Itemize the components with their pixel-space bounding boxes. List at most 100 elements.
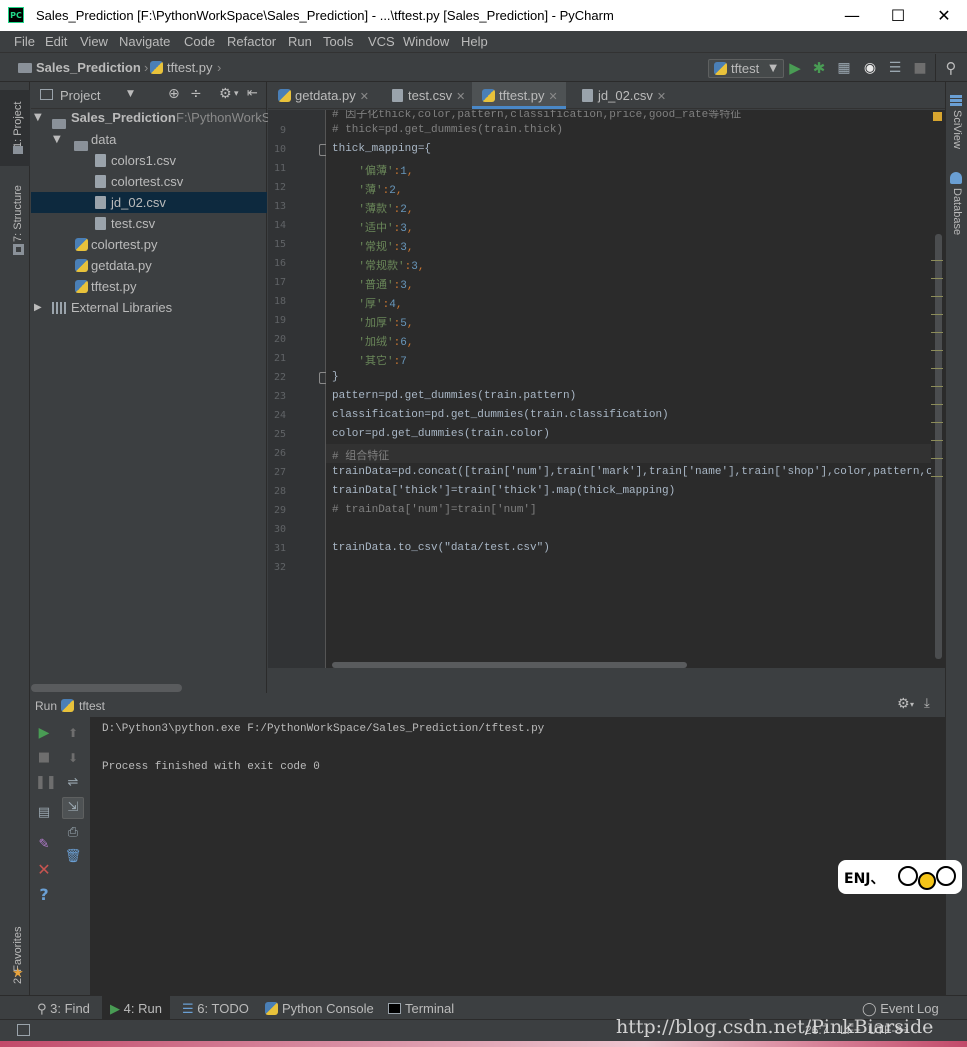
project-view-selector[interactable]: Project (60, 88, 100, 103)
warning-mark[interactable] (931, 476, 943, 477)
warning-mark[interactable] (931, 260, 943, 261)
menu-run[interactable]: Run (288, 34, 312, 49)
tool-tab-terminal[interactable]: Terminal (388, 1001, 454, 1016)
tree-item-jd02-csv[interactable]: jd_02.csv (31, 192, 267, 213)
down-arrow-icon[interactable]: ⬇ (64, 749, 82, 767)
tool-tab-find[interactable]: ⚲ 3: Find (37, 1001, 90, 1017)
menu-file[interactable]: File (14, 34, 35, 49)
gear-icon[interactable]: ⚙ (897, 696, 910, 712)
tree-external-libraries[interactable]: ▶ External Libraries (31, 297, 267, 318)
code-line: # 组合特征 (332, 451, 390, 463)
concurrency-icon[interactable]: ☰ (886, 59, 904, 77)
help-icon[interactable]: ? (35, 886, 53, 904)
close-tab-icon[interactable]: ✕ (456, 90, 465, 103)
warning-indicator-icon[interactable] (933, 112, 942, 121)
tree-item-colortest-csv[interactable]: colortest.csv (31, 171, 267, 192)
tool-tab-project[interactable]: 1: Project (12, 102, 24, 148)
chevron-down-icon[interactable]: ▼ (127, 89, 134, 99)
run-icon[interactable]: ▶ (786, 59, 804, 77)
warning-mark[interactable] (931, 458, 943, 459)
tree-item-test-csv[interactable]: test.csv (31, 213, 267, 234)
menu-view[interactable]: View (80, 34, 108, 49)
warning-mark[interactable] (931, 278, 943, 279)
profile-icon[interactable]: ◉ (861, 59, 879, 77)
pin-icon[interactable]: ✎ (35, 836, 53, 854)
trash-icon[interactable]: 🗑 (64, 848, 82, 866)
vertical-scrollbar[interactable] (935, 234, 942, 659)
tool-tab-event-log[interactable]: ◯ Event Log (862, 1001, 939, 1017)
rerun-icon[interactable]: ▶ (35, 724, 53, 742)
tree-item-label: colortest.py (91, 237, 158, 252)
maximize-button[interactable]: ☐ (875, 0, 921, 31)
warning-mark[interactable] (931, 350, 943, 351)
breadcrumb-file[interactable]: tftest.py (150, 60, 213, 75)
line-number: 31 (273, 543, 286, 554)
chevron-down-icon[interactable]: ▾ (234, 89, 239, 99)
menu-help[interactable]: Help (461, 34, 488, 49)
line-number: 11 (273, 163, 286, 174)
menu-code[interactable]: Code (184, 34, 215, 49)
tab-getdata-py[interactable]: getdata.py ✕ (268, 82, 376, 109)
menu-refactor[interactable]: Refactor (227, 34, 276, 49)
close-window-button[interactable]: ✕ (921, 0, 967, 31)
tree-item-colors1-csv[interactable]: colors1.csv (31, 150, 267, 171)
hide-panel-icon[interactable]: ⇤ (247, 86, 258, 101)
tree-item-colortest-py[interactable]: colortest.py (31, 234, 267, 255)
minimize-button[interactable]: — (829, 0, 875, 31)
tool-tab-python-console[interactable]: Python Console (265, 1001, 374, 1016)
code-editor[interactable]: # 因子化thick,color,pattern,classification,… (326, 110, 931, 668)
run-config-dropdown[interactable]: tftest ▼ (708, 59, 784, 78)
menu-edit[interactable]: Edit (45, 34, 67, 49)
warning-mark[interactable] (931, 440, 943, 441)
warning-mark[interactable] (931, 314, 943, 315)
tool-tab-todo[interactable]: ☰ 6: TODO (182, 1001, 249, 1017)
horizontal-scrollbar[interactable] (31, 684, 182, 692)
tree-root[interactable]: ▼ Sales_Prediction F:\PythonWorkS (31, 107, 270, 129)
warning-mark[interactable] (931, 404, 943, 405)
stop-icon[interactable]: ■ (35, 749, 53, 767)
soft-wrap-icon[interactable]: ⇌ (64, 774, 82, 792)
tab-jd02-csv[interactable]: jd_02.csv ✕ (572, 82, 672, 109)
locate-file-icon[interactable]: ⊕ (168, 86, 180, 102)
menu-tools[interactable]: Tools (323, 34, 353, 49)
menu-window[interactable]: Window (403, 34, 449, 49)
menu-vcs[interactable]: VCS (368, 34, 395, 49)
tab-test-csv[interactable]: test.csv ✕ (382, 82, 470, 109)
close-tab-icon[interactable]: ✕ (360, 90, 369, 103)
tool-tab-run[interactable]: ▶ 4: Run (102, 996, 170, 1019)
close-icon[interactable]: ✕ (35, 861, 53, 879)
debug-icon[interactable]: ✱ (810, 59, 828, 77)
tree-item-getdata-py[interactable]: getdata.py (31, 255, 267, 276)
tree-item-tftest-py[interactable]: tftest.py (31, 276, 267, 297)
tool-tab-sciview[interactable]: SciView (951, 110, 963, 149)
close-tab-icon[interactable]: ✕ (657, 90, 666, 103)
chevron-down-icon[interactable]: ▾ (910, 700, 914, 709)
close-tab-icon[interactable]: ✕ (549, 90, 558, 103)
collapse-all-icon[interactable]: ÷ (190, 86, 202, 102)
breadcrumb-project[interactable]: Sales_Prediction (18, 60, 141, 75)
run-console[interactable]: D:\Python3\python.exe F:/PythonWorkSpace… (90, 717, 945, 995)
warning-mark[interactable] (931, 422, 943, 423)
gear-icon[interactable]: ⚙ (219, 86, 232, 102)
tool-tab-database[interactable]: Database (951, 188, 963, 235)
stop-icon[interactable]: ■ (911, 59, 929, 77)
hide-panel-icon[interactable]: ⤓ (924, 696, 930, 711)
print-icon[interactable]: ⎙ (64, 824, 82, 842)
code-line: # 因子化thick,color,pattern,classification,… (332, 110, 742, 121)
tool-tab-structure[interactable]: 7: Structure (12, 185, 24, 242)
pause-icon[interactable]: ❚❚ (35, 774, 57, 792)
search-icon[interactable]: ⚲ (942, 59, 960, 77)
editor-horizontal-scrollbar[interactable] (332, 662, 687, 668)
warning-mark[interactable] (931, 332, 943, 333)
coverage-icon[interactable]: ▦ (835, 59, 853, 77)
layout-icon[interactable]: ▤ (35, 804, 53, 822)
up-arrow-icon[interactable]: ⬆ (64, 724, 82, 742)
menu-navigate[interactable]: Navigate (119, 34, 170, 49)
tree-folder-data[interactable]: ▼ data (31, 129, 267, 151)
run-config-tab[interactable]: tftest (79, 699, 105, 713)
warning-mark[interactable] (931, 386, 943, 387)
warning-mark[interactable] (931, 368, 943, 369)
tab-tftest-py[interactable]: tftest.py ✕ (472, 82, 566, 109)
toggle-tool-windows-icon[interactable] (17, 1024, 30, 1036)
warning-mark[interactable] (931, 296, 943, 297)
